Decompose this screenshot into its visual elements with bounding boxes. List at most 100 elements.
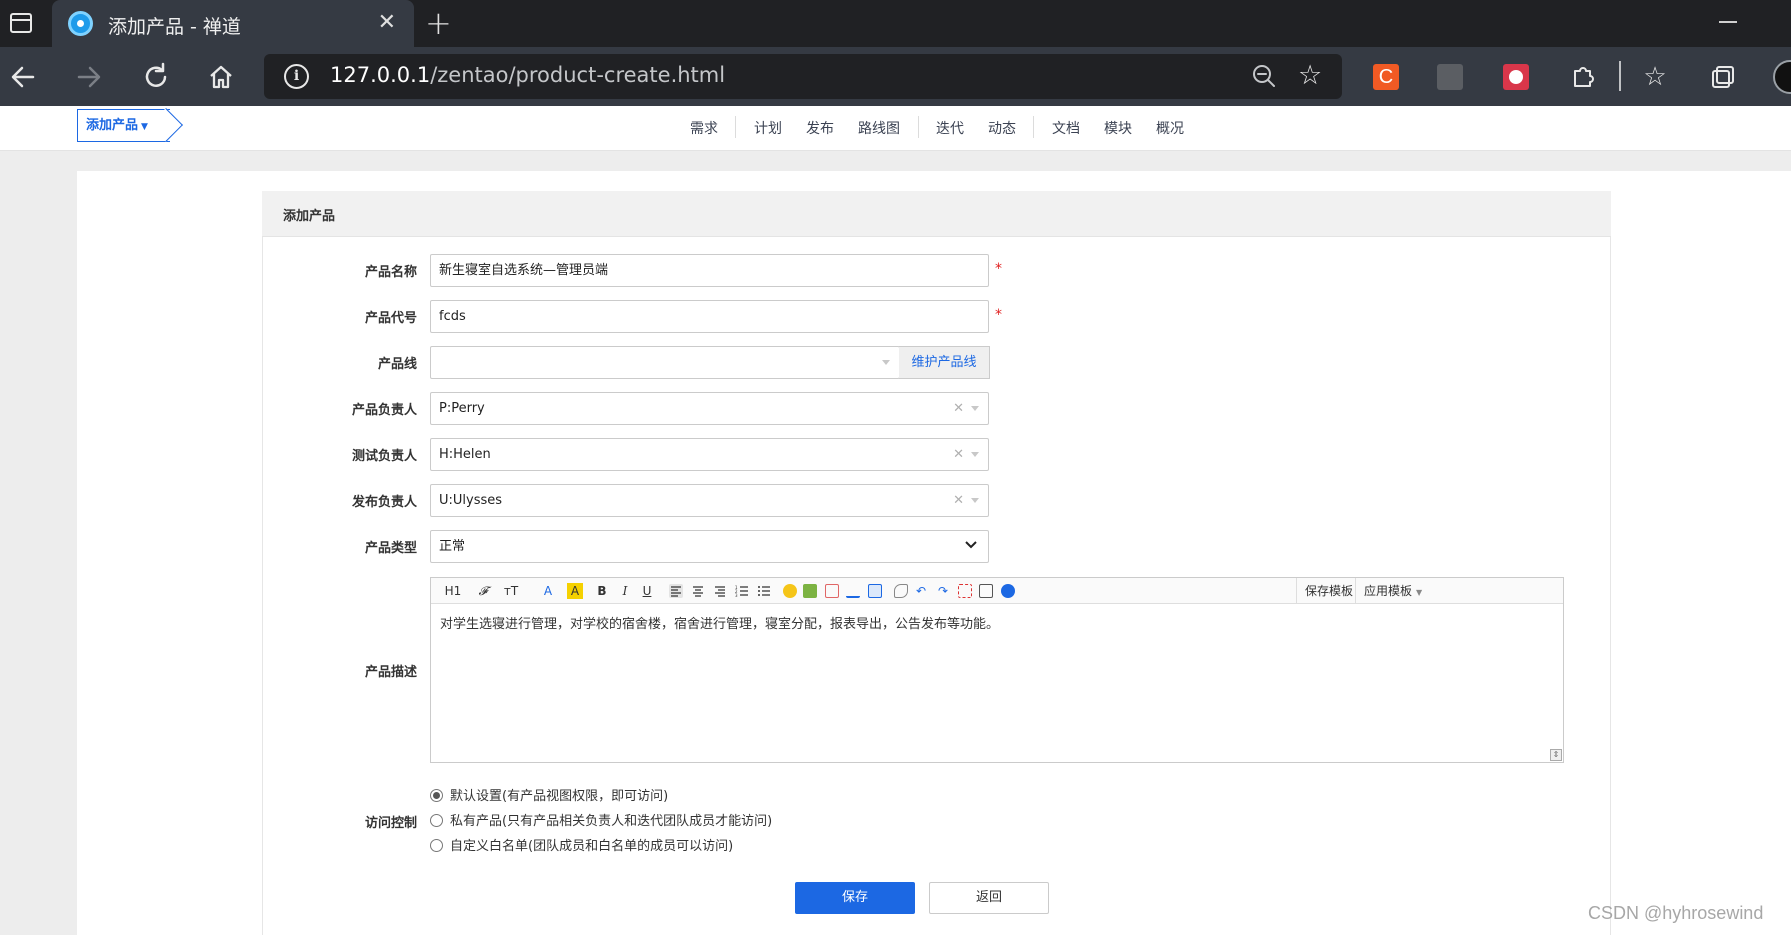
chevron-down-icon bbox=[965, 541, 977, 549]
url-text[interactable]: 127.0.0.1/zentao/product-create.html bbox=[330, 63, 725, 87]
dropdown-caret-icon bbox=[882, 360, 890, 365]
underline-button[interactable]: U bbox=[640, 583, 654, 599]
align-right-icon[interactable] bbox=[713, 584, 727, 598]
image-icon[interactable] bbox=[803, 584, 817, 598]
test-owner-select[interactable]: H:Helen ✕ bbox=[430, 438, 989, 471]
radio-button[interactable] bbox=[430, 789, 443, 802]
radio-button[interactable] bbox=[430, 839, 443, 852]
extension-gray-icon[interactable] bbox=[1437, 64, 1463, 90]
clear-icon[interactable]: ✕ bbox=[953, 485, 964, 516]
undo-icon[interactable]: ↶ bbox=[913, 583, 929, 599]
nav-roadmap[interactable]: 路线图 bbox=[858, 118, 900, 138]
nav-iteration[interactable]: 迭代 bbox=[936, 118, 964, 138]
product-line-select[interactable] bbox=[430, 346, 900, 379]
nav-divider bbox=[918, 116, 919, 138]
fullscreen-icon[interactable] bbox=[958, 584, 972, 598]
extension-c-icon[interactable]: C bbox=[1373, 64, 1399, 90]
acl-option-private[interactable]: 私有产品(只有产品相关负责人和迭代团队成员才能访问) bbox=[430, 810, 772, 829]
code-icon[interactable] bbox=[825, 584, 839, 598]
form-title: 添加产品 bbox=[283, 209, 336, 224]
link-icon[interactable] bbox=[846, 584, 860, 598]
unordered-list-icon[interactable] bbox=[757, 584, 771, 598]
acl-option-default[interactable]: 默认设置(有产品视图权限，即可访问) bbox=[430, 785, 668, 804]
nav-overview[interactable]: 概况 bbox=[1156, 118, 1184, 138]
browser-tab-strip: 添加产品 - 禅道 ✕ + bbox=[0, 0, 1791, 47]
font-color-button[interactable]: A bbox=[539, 583, 557, 599]
minimize-window-button[interactable] bbox=[1719, 21, 1737, 23]
browser-toolbar: i 127.0.0.1/zentao/product-create.html ☆… bbox=[0, 47, 1791, 106]
nav-doc[interactable]: 文档 bbox=[1052, 118, 1080, 138]
nav-module[interactable]: 模块 bbox=[1104, 118, 1132, 138]
breadcrumb-dropdown[interactable]: 添加产品 ▼ bbox=[77, 109, 170, 142]
home-icon[interactable] bbox=[201, 57, 241, 97]
italic-button[interactable]: I bbox=[618, 583, 632, 599]
eraser-icon[interactable] bbox=[894, 584, 908, 598]
description-text[interactable]: 对学生选寝进行管理，对学校的宿舍楼，宿舍进行管理，寝室分配，报表导出，公告发布等… bbox=[440, 613, 999, 632]
radio-button[interactable] bbox=[430, 814, 443, 827]
product-code-label: 产品代号 bbox=[364, 311, 417, 326]
new-tab-button[interactable]: + bbox=[425, 6, 452, 40]
tab-close-icon[interactable]: ✕ bbox=[378, 11, 396, 35]
nav-divider bbox=[1033, 116, 1034, 138]
nav-dynamic[interactable]: 动态 bbox=[988, 118, 1016, 138]
bg-color-button[interactable]: A bbox=[567, 583, 583, 599]
browser-tab-active[interactable]: 添加产品 - 禅道 ✕ bbox=[52, 0, 414, 47]
ordered-list-icon[interactable]: 123 bbox=[735, 584, 749, 598]
align-left-icon[interactable] bbox=[669, 584, 683, 598]
product-name-input[interactable]: 新生寝室自选系统—管理员端 bbox=[430, 254, 989, 287]
product-name-label: 产品名称 bbox=[364, 265, 417, 280]
product-code-input[interactable]: fcds bbox=[430, 300, 989, 333]
save-button[interactable]: 保存 bbox=[795, 882, 915, 914]
product-owner-select[interactable]: P:Perry ✕ bbox=[430, 392, 989, 425]
product-line-label: 产品线 bbox=[377, 357, 417, 372]
back-icon[interactable] bbox=[3, 57, 43, 97]
page-header: 添加产品 ▼ 需求 计划 发布 路线图 迭代 动态 文档 模块 概况 bbox=[0, 106, 1791, 151]
redo-icon[interactable]: ↷ bbox=[935, 583, 951, 599]
back-button[interactable]: 返回 bbox=[929, 882, 1049, 914]
svg-text:3: 3 bbox=[735, 593, 738, 598]
heading-button[interactable]: H1 bbox=[439, 583, 467, 599]
table-icon[interactable] bbox=[868, 584, 882, 598]
product-type-label: 产品类型 bbox=[364, 541, 417, 556]
product-desc-label: 产品描述 bbox=[364, 665, 417, 680]
form-header: 添加产品 bbox=[262, 191, 1611, 237]
dropdown-caret-icon bbox=[971, 406, 979, 411]
save-template-button[interactable]: 保存模板 bbox=[1296, 578, 1361, 604]
nav-release[interactable]: 发布 bbox=[806, 118, 834, 138]
release-owner-select[interactable]: U:Ulysses ✕ bbox=[430, 484, 989, 517]
description-editor[interactable]: H1 𝓕 тT A A B I U 123 ↶ ↷ 保存模板 应用模板 ▼ 对学生… bbox=[430, 577, 1564, 763]
extension-record-icon[interactable] bbox=[1503, 64, 1529, 90]
font-family-button[interactable]: 𝓕 bbox=[473, 583, 493, 599]
address-bar[interactable]: i 127.0.0.1/zentao/product-create.html ☆ bbox=[264, 54, 1342, 99]
reload-icon[interactable] bbox=[136, 57, 176, 97]
window-menu-icon[interactable] bbox=[10, 13, 32, 33]
source-icon[interactable] bbox=[979, 584, 993, 598]
nav-plan[interactable]: 计划 bbox=[754, 118, 782, 138]
zoom-out-icon[interactable] bbox=[1250, 62, 1278, 90]
acl-option-whitelist[interactable]: 自定义白名单(团队成员和白名单的成员可以访问) bbox=[430, 835, 733, 854]
favorites-list-icon[interactable]: ☆ bbox=[1637, 59, 1673, 95]
watermark: CSDN @hyhrosewind bbox=[1588, 903, 1764, 923]
maintain-product-line-button[interactable]: 维护产品线 bbox=[899, 346, 990, 379]
clear-icon[interactable]: ✕ bbox=[953, 439, 964, 470]
profile-avatar[interactable] bbox=[1773, 60, 1791, 94]
product-type-select[interactable]: 正常 bbox=[430, 530, 989, 563]
resize-handle-icon[interactable]: ⇕ bbox=[1550, 749, 1562, 761]
toolbar-divider bbox=[1619, 61, 1621, 91]
align-center-icon[interactable] bbox=[691, 584, 705, 598]
editor-toolbar: H1 𝓕 тT A A B I U 123 ↶ ↷ 保存模板 应用模板 ▼ bbox=[431, 578, 1563, 604]
font-size-button[interactable]: тT bbox=[499, 583, 523, 599]
access-control-label: 访问控制 bbox=[364, 816, 417, 831]
required-mark: * bbox=[995, 307, 1002, 323]
bold-button[interactable]: B bbox=[595, 583, 609, 599]
apply-template-button[interactable]: 应用模板 ▼ bbox=[1355, 578, 1442, 604]
clear-icon[interactable]: ✕ bbox=[953, 393, 964, 424]
nav-story[interactable]: 需求 bbox=[690, 118, 718, 138]
site-info-icon[interactable]: i bbox=[284, 64, 309, 89]
extensions-puzzle-icon[interactable] bbox=[1564, 59, 1600, 95]
emoticon-icon[interactable] bbox=[783, 584, 797, 598]
collections-icon[interactable] bbox=[1704, 59, 1740, 95]
help-icon[interactable] bbox=[1001, 584, 1015, 598]
forward-icon[interactable] bbox=[69, 57, 109, 97]
add-favorite-icon[interactable]: ☆ bbox=[1298, 60, 1322, 91]
